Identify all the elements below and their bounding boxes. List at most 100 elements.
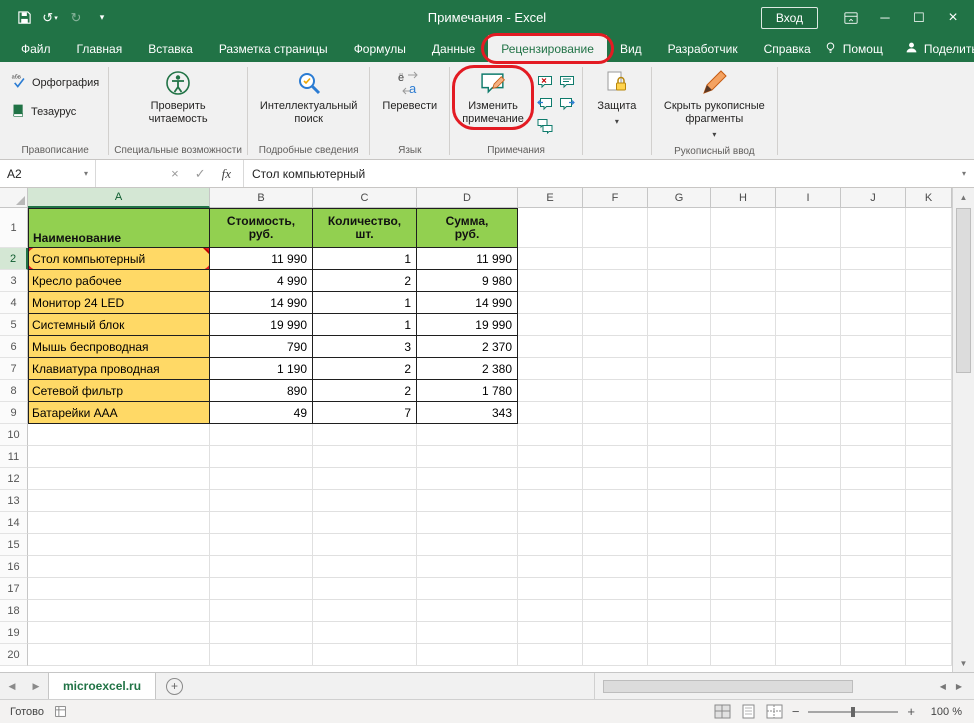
cell-F17[interactable]: [583, 578, 648, 600]
cell-F12[interactable]: [583, 468, 648, 490]
cell-I10[interactable]: [776, 424, 841, 446]
cell-J14[interactable]: [841, 512, 906, 534]
cell-J10[interactable]: [841, 424, 906, 446]
cell-G1[interactable]: [648, 208, 711, 248]
scroll-right-icon[interactable]: ▶: [956, 682, 962, 691]
cell-C19[interactable]: [313, 622, 417, 644]
cell-C6[interactable]: 3: [313, 336, 417, 358]
cell-F8[interactable]: [583, 380, 648, 402]
cell-K14[interactable]: [906, 512, 952, 534]
cell-G2[interactable]: [648, 248, 711, 270]
cell-G17[interactable]: [648, 578, 711, 600]
cell-K3[interactable]: [906, 270, 952, 292]
row-header-4[interactable]: 4: [0, 292, 28, 314]
cell-K6[interactable]: [906, 336, 952, 358]
cell-A19[interactable]: [28, 622, 210, 644]
cell-C2[interactable]: 1: [313, 248, 417, 270]
cell-H17[interactable]: [711, 578, 776, 600]
row-header-19[interactable]: 19: [0, 622, 28, 644]
vertical-scrollbar[interactable]: ▲ ▼: [952, 188, 974, 672]
row-header-8[interactable]: 8: [0, 380, 28, 402]
cell-C17[interactable]: [313, 578, 417, 600]
cell-J16[interactable]: [841, 556, 906, 578]
cell-E2[interactable]: [518, 248, 583, 270]
cell-B5[interactable]: 19 990: [210, 314, 313, 336]
cell-D2[interactable]: 11 990: [417, 248, 518, 270]
tab-page-layout[interactable]: Разметка страницы: [206, 35, 341, 62]
cell-H1[interactable]: [711, 208, 776, 248]
cell-B11[interactable]: [210, 446, 313, 468]
cell-J5[interactable]: [841, 314, 906, 336]
cell-F5[interactable]: [583, 314, 648, 336]
protect-dropdown-icon[interactable]: ▾: [615, 115, 619, 128]
new-sheet-button[interactable]: +: [166, 677, 184, 695]
cell-H6[interactable]: [711, 336, 776, 358]
cell-A2[interactable]: Стол компьютерный: [28, 248, 210, 270]
cell-B16[interactable]: [210, 556, 313, 578]
cell-J17[interactable]: [841, 578, 906, 600]
cell-G12[interactable]: [648, 468, 711, 490]
cell-H3[interactable]: [711, 270, 776, 292]
cell-E5[interactable]: [518, 314, 583, 336]
cell-G8[interactable]: [648, 380, 711, 402]
formula-input[interactable]: Стол компьютерный: [244, 160, 954, 187]
column-header-H[interactable]: H: [711, 188, 776, 208]
cell-A15[interactable]: [28, 534, 210, 556]
column-header-G[interactable]: G: [648, 188, 711, 208]
cell-C18[interactable]: [313, 600, 417, 622]
row-header-15[interactable]: 15: [0, 534, 28, 556]
cell-K11[interactable]: [906, 446, 952, 468]
cell-F9[interactable]: [583, 402, 648, 424]
cell-I18[interactable]: [776, 600, 841, 622]
cell-K2[interactable]: [906, 248, 952, 270]
insert-function-icon[interactable]: fx: [222, 166, 231, 182]
row-header-13[interactable]: 13: [0, 490, 28, 512]
cell-K7[interactable]: [906, 358, 952, 380]
cell-F18[interactable]: [583, 600, 648, 622]
cell-K10[interactable]: [906, 424, 952, 446]
undo-dropdown-icon[interactable]: ▾: [54, 14, 58, 22]
cell-J3[interactable]: [841, 270, 906, 292]
cell-G5[interactable]: [648, 314, 711, 336]
cell-B14[interactable]: [210, 512, 313, 534]
column-header-I[interactable]: I: [776, 188, 841, 208]
cell-C7[interactable]: 2: [313, 358, 417, 380]
cell-F6[interactable]: [583, 336, 648, 358]
sign-in-button[interactable]: Вход: [760, 6, 818, 29]
cell-I19[interactable]: [776, 622, 841, 644]
row-header-2[interactable]: 2: [0, 248, 28, 270]
cell-J15[interactable]: [841, 534, 906, 556]
cell-H11[interactable]: [711, 446, 776, 468]
sheet-next-icon[interactable]: ▶: [24, 673, 48, 699]
cell-J6[interactable]: [841, 336, 906, 358]
cell-F2[interactable]: [583, 248, 648, 270]
cell-F10[interactable]: [583, 424, 648, 446]
row-header-3[interactable]: 3: [0, 270, 28, 292]
cell-C3[interactable]: 2: [313, 270, 417, 292]
cell-I1[interactable]: [776, 208, 841, 248]
cell-G4[interactable]: [648, 292, 711, 314]
edit-comment-button[interactable]: Изменить примечание: [452, 65, 534, 130]
cell-K19[interactable]: [906, 622, 952, 644]
cell-F13[interactable]: [583, 490, 648, 512]
tab-data[interactable]: Данные: [419, 35, 488, 62]
cell-D5[interactable]: 19 990: [417, 314, 518, 336]
cell-B18[interactable]: [210, 600, 313, 622]
cell-J12[interactable]: [841, 468, 906, 490]
cell-D20[interactable]: [417, 644, 518, 666]
cell-G16[interactable]: [648, 556, 711, 578]
cell-I14[interactable]: [776, 512, 841, 534]
cell-E10[interactable]: [518, 424, 583, 446]
column-header-F[interactable]: F: [583, 188, 648, 208]
cell-A11[interactable]: [28, 446, 210, 468]
zoom-slider[interactable]: [808, 705, 899, 719]
cell-H16[interactable]: [711, 556, 776, 578]
cell-G15[interactable]: [648, 534, 711, 556]
cell-A14[interactable]: [28, 512, 210, 534]
cell-K5[interactable]: [906, 314, 952, 336]
cell-H12[interactable]: [711, 468, 776, 490]
cell-G14[interactable]: [648, 512, 711, 534]
scroll-left-icon[interactable]: ◀: [940, 682, 946, 691]
previous-comment-icon[interactable]: [535, 94, 555, 114]
cell-H15[interactable]: [711, 534, 776, 556]
